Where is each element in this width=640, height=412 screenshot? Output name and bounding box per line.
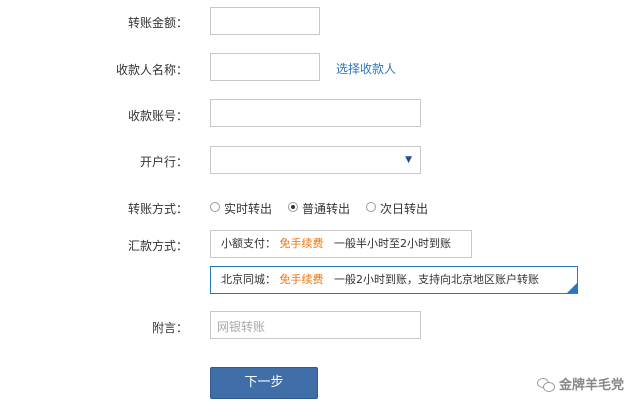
radio-realtime[interactable] — [210, 202, 220, 212]
payee-name-label: 收款人名称： — [115, 63, 188, 77]
checkmark-icon: ✓ — [566, 282, 578, 300]
remit-option-name: 北京同城： — [221, 273, 276, 286]
remit-option-name: 小额支付： — [221, 237, 276, 250]
wechat-icon — [536, 377, 555, 392]
memo-label: 附言： — [151, 321, 188, 335]
remit-option-fee: 免手续费 — [279, 237, 324, 250]
chevron-down-icon: ▼ — [405, 155, 412, 165]
remit-option-desc: 一般2小时到账，支持向北京地区账户转账 — [334, 273, 539, 286]
radio-nextday-label[interactable]: 次日转出 — [380, 200, 428, 217]
remit-option-small-payment[interactable]: 小额支付： 免手续费 一般半小时至2小时到账 — [210, 230, 472, 258]
account-input[interactable] — [210, 99, 421, 127]
radio-nextday[interactable] — [366, 202, 376, 212]
remit-label: 汇款方式： — [127, 239, 188, 253]
remit-option-desc: 一般半小时至2小时到账 — [334, 237, 451, 250]
radio-normal-label[interactable]: 普通转出 — [302, 200, 350, 217]
memo-input[interactable]: 网银转账 — [210, 311, 421, 339]
remit-option-beijing-local[interactable]: 北京同城： 免手续费 一般2小时到账，支持向北京地区账户转账 ✓ — [210, 266, 578, 300]
watermark-text: 金牌羊毛党 — [558, 378, 624, 393]
watermark: 金牌羊毛党 — [536, 374, 624, 393]
payee-name-input[interactable] — [210, 53, 320, 81]
radio-normal[interactable] — [288, 202, 298, 212]
bank-select[interactable]: ▼ — [210, 146, 421, 174]
select-payee-link[interactable]: 选择收款人 — [336, 60, 396, 77]
bank-label: 开户行： — [139, 155, 188, 169]
account-label: 收款账号： — [127, 109, 188, 123]
next-button[interactable]: 下一步 — [210, 367, 318, 399]
remit-option-fee: 免手续费 — [279, 273, 324, 286]
radio-realtime-label[interactable]: 实时转出 — [224, 200, 272, 217]
amount-label: 转账金额： — [127, 16, 188, 30]
memo-placeholder: 网银转账 — [217, 320, 266, 334]
amount-input[interactable] — [210, 7, 320, 35]
method-label: 转账方式： — [127, 202, 188, 216]
